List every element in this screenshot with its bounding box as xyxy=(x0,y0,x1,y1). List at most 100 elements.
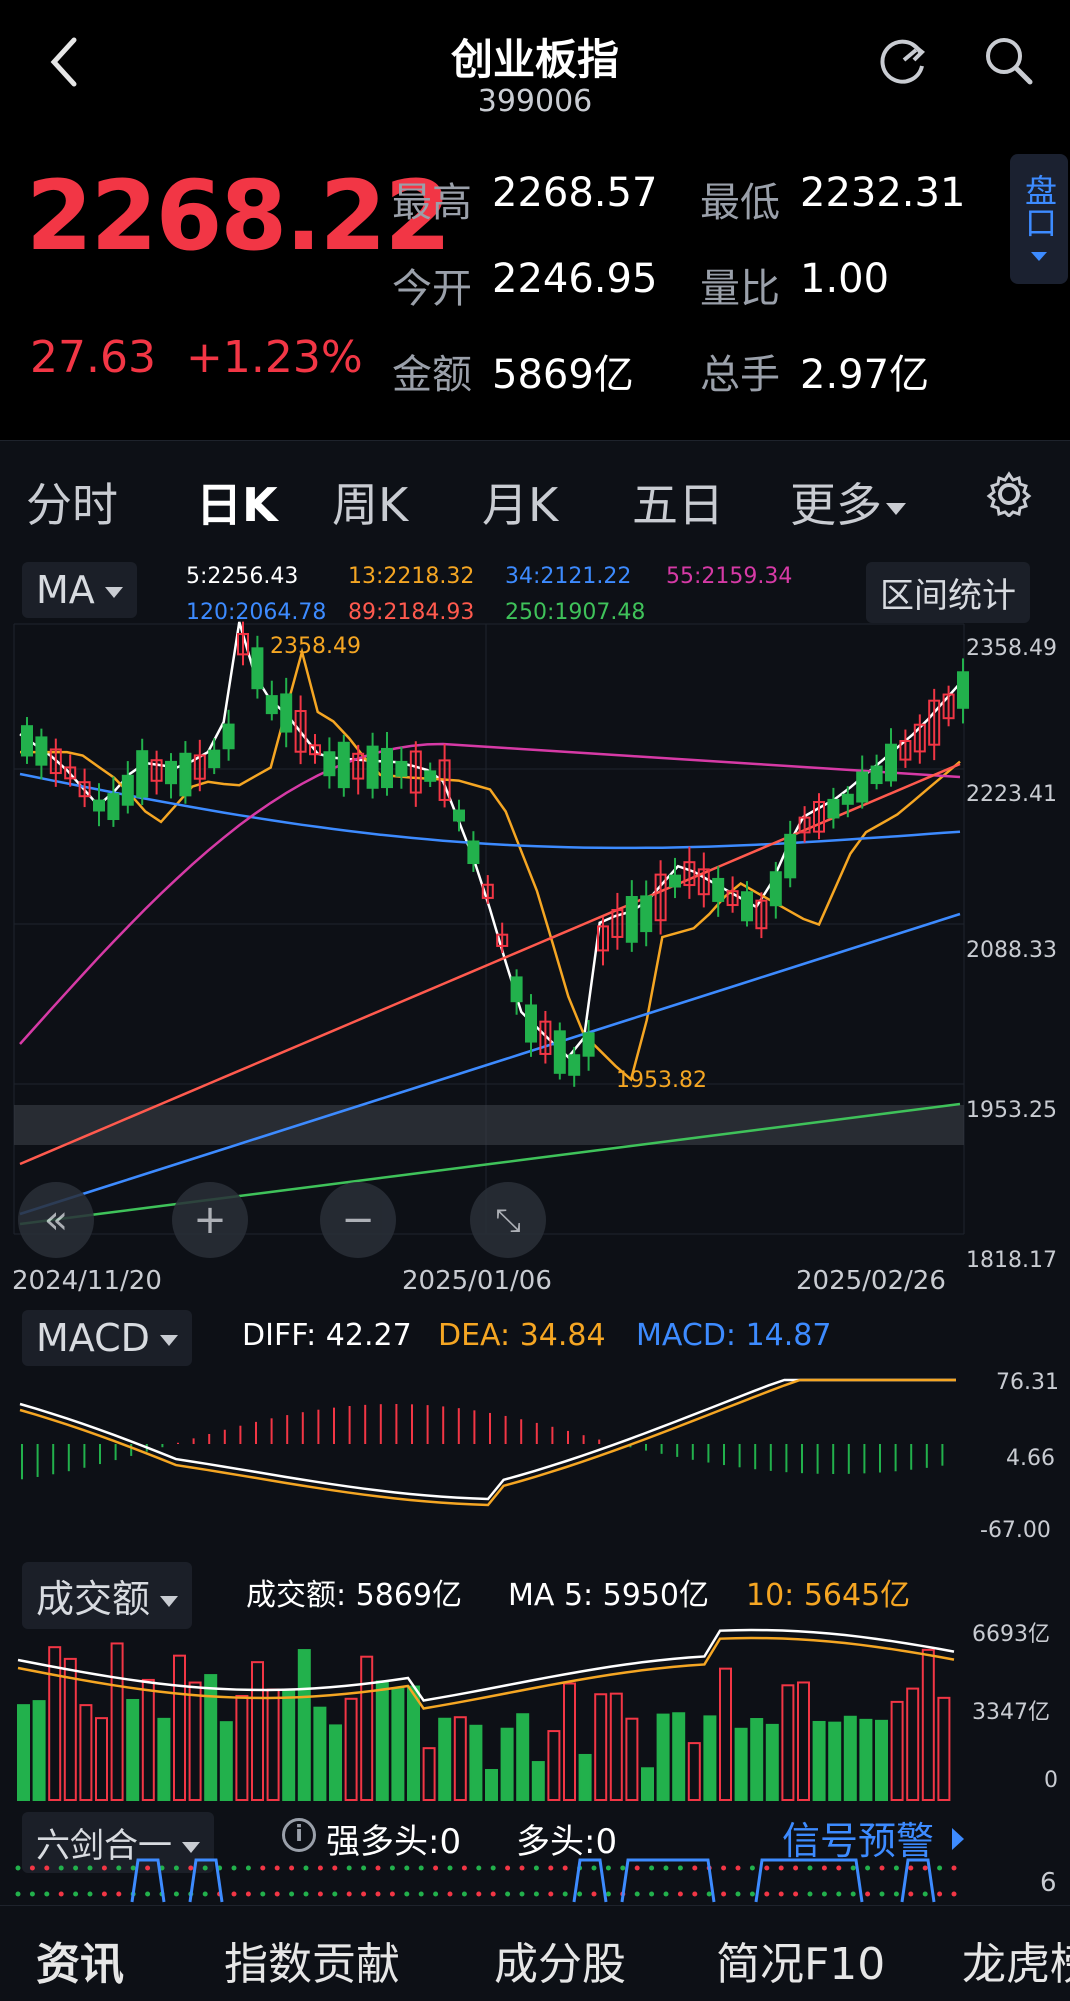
signal-dot xyxy=(346,1865,352,1871)
signal-pulses xyxy=(130,1858,936,1903)
signal-dot xyxy=(764,1865,770,1871)
pankou-button[interactable]: 盘口 xyxy=(1010,154,1068,284)
macd-y-tick: 76.31 xyxy=(996,1370,1059,1395)
volume-bar xyxy=(188,1681,202,1801)
volume-ma-lines xyxy=(17,1628,955,1710)
signal-dot xyxy=(850,1865,856,1871)
zoom-in-button[interactable]: + xyxy=(172,1182,248,1258)
signal-dot xyxy=(821,1865,827,1871)
signal-dot xyxy=(836,1891,842,1897)
volume-bar xyxy=(32,1700,46,1801)
support-zone xyxy=(14,1105,964,1145)
tab-monthly-k[interactable]: 月K xyxy=(482,469,558,535)
signal-dot xyxy=(836,1865,842,1871)
volume-y-tick: 6693亿 xyxy=(972,1622,1050,1647)
volume-bar xyxy=(375,1680,389,1801)
volume-bar xyxy=(157,1717,171,1801)
candle-body xyxy=(21,725,33,757)
candle-body xyxy=(741,891,753,922)
candlesticks xyxy=(21,621,969,1087)
nav-constituents[interactable]: 成分股 xyxy=(494,1928,626,1992)
macd-y-tick: -67.00 xyxy=(980,1518,1051,1543)
ma-indicator-select[interactable]: MA xyxy=(22,562,137,618)
macd-y-tick: 4.66 xyxy=(1006,1446,1055,1471)
signal-dot xyxy=(145,1865,151,1871)
tab-daily-k[interactable]: 日K xyxy=(196,469,278,549)
caret-down-icon xyxy=(104,587,123,598)
candle-body xyxy=(265,695,278,715)
caret-down-icon xyxy=(182,1842,200,1853)
nav-index-contribution[interactable]: 指数贡献 xyxy=(224,1928,400,1992)
caret-down-icon xyxy=(160,1596,179,1607)
signal-dot xyxy=(44,1891,50,1897)
volume-ratio-label: 量比 xyxy=(700,266,780,312)
info-icon[interactable]: i xyxy=(282,1818,316,1852)
hands-label: 总手 xyxy=(700,352,780,398)
signal-dot xyxy=(749,1891,755,1897)
signal-dot xyxy=(548,1865,554,1871)
settings-gear-icon[interactable] xyxy=(986,471,1032,517)
signal-alert-link[interactable]: 信号预警 xyxy=(782,1810,934,1865)
candle-body xyxy=(510,976,523,1003)
signal-dot xyxy=(634,1891,640,1897)
signal-dot xyxy=(865,1865,871,1871)
candle-body xyxy=(827,798,840,819)
volume-bar xyxy=(687,1742,701,1801)
nav-dragon-tiger[interactable]: 龙虎榜 xyxy=(962,1928,1070,1992)
signal-dot xyxy=(663,1891,669,1897)
scroll-left-button[interactable]: « xyxy=(18,1182,94,1258)
volume-bar xyxy=(625,1717,639,1801)
tab-more[interactable]: 更多 xyxy=(790,469,906,535)
candle-body xyxy=(366,745,379,789)
signal-dot xyxy=(649,1891,655,1897)
candle-body xyxy=(769,871,782,907)
signal-dot xyxy=(605,1891,611,1897)
volume-bar xyxy=(812,1720,826,1801)
open-value: 2246.95 xyxy=(492,256,658,302)
search-icon[interactable] xyxy=(980,32,1036,88)
volume-ma10: 10: 5645亿 xyxy=(746,1578,911,1613)
signal-dot xyxy=(173,1891,179,1897)
tab-timeshare[interactable]: 分时 xyxy=(26,469,118,535)
ma13-legend: 13:2218.32 xyxy=(348,564,475,589)
candle-body xyxy=(395,760,408,777)
volume-bar xyxy=(500,1727,514,1801)
volume-ma5: MA 5: 5950亿 xyxy=(508,1578,710,1613)
ma13-line xyxy=(20,646,961,1082)
signal-dot xyxy=(361,1865,367,1871)
candle-body xyxy=(179,752,192,797)
signal-dot xyxy=(951,1865,957,1871)
signal-dot xyxy=(289,1891,295,1897)
signal-dot xyxy=(893,1865,899,1871)
nav-news[interactable]: 资讯 xyxy=(36,1928,124,1992)
refresh-icon[interactable] xyxy=(876,32,932,88)
range-stats-button[interactable]: 区间统计 xyxy=(866,562,1030,623)
signal-dot xyxy=(447,1865,453,1871)
amount-value: 5869亿 xyxy=(492,352,634,398)
kline-x-tick: 2024/11/20 xyxy=(12,1266,162,1296)
chevron-right-icon xyxy=(952,1828,964,1850)
volume-bar xyxy=(765,1723,779,1801)
volume-bar xyxy=(235,1695,249,1801)
signal-dot xyxy=(764,1891,770,1897)
tab-weekly-k[interactable]: 周K xyxy=(332,469,408,535)
signal-dot xyxy=(533,1891,539,1897)
signal-dot xyxy=(476,1891,482,1897)
zoom-out-button[interactable]: − xyxy=(320,1182,396,1258)
signal-dot xyxy=(404,1891,410,1897)
candle-body xyxy=(885,743,897,782)
macd-histogram xyxy=(21,1404,944,1480)
tab-five-day[interactable]: 五日 xyxy=(632,469,724,535)
nav-f10[interactable]: 简况F10 xyxy=(716,1928,885,1992)
macd-indicator-select[interactable]: MACD xyxy=(22,1310,192,1366)
volume-bar xyxy=(95,1717,108,1801)
signal-dot xyxy=(58,1891,64,1897)
stock-code: 399006 xyxy=(477,84,593,119)
signal-dot xyxy=(389,1865,395,1871)
volume-bar xyxy=(17,1704,30,1801)
kline-y-tick: 1818.17 xyxy=(966,1248,1057,1273)
price-change: 27.63 xyxy=(30,332,156,383)
fullscreen-button[interactable]: ⤡ xyxy=(470,1182,546,1258)
amount-label: 金额 xyxy=(392,352,472,398)
signal-pulse xyxy=(900,1858,936,1903)
